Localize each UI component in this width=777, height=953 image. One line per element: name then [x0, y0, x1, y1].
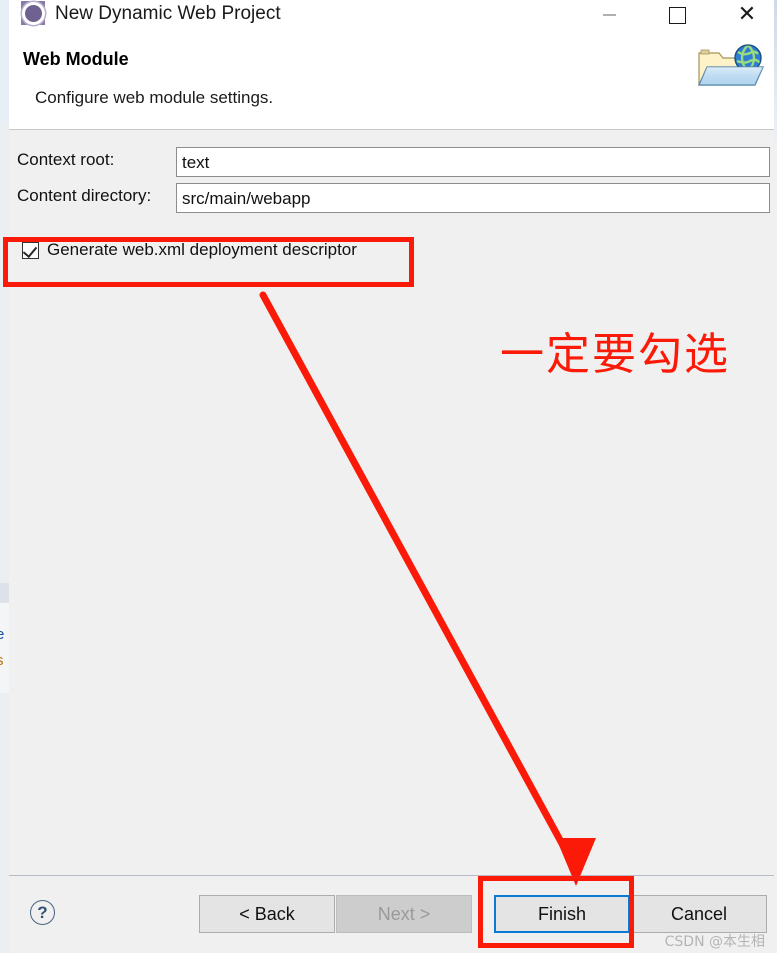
minimize-icon	[602, 14, 616, 16]
cancel-button[interactable]: Cancel	[631, 895, 767, 933]
wizard-body: Context root: text Content directory: sr…	[9, 130, 777, 875]
finish-button[interactable]: Finish	[494, 895, 630, 933]
annotation-callout-text: 一定要勾选	[500, 329, 730, 380]
background-text-fragment-2: s	[0, 652, 4, 669]
generate-web-xml-checkbox[interactable]: Generate web.xml deployment descriptor	[22, 240, 357, 260]
page-title: Web Module	[23, 49, 129, 69]
context-root-row: Context root: text	[9, 147, 777, 177]
title-bar: New Dynamic Web Project ✕	[9, 0, 777, 33]
content-directory-label: Content directory:	[17, 186, 152, 205]
checkbox-checked-icon[interactable]	[22, 241, 39, 259]
background-window-sliver: e s	[0, 0, 9, 953]
maximize-button[interactable]	[654, 0, 700, 30]
watermark: CSDN @本生相	[664, 934, 765, 950]
web-folder-globe-icon	[691, 37, 771, 103]
context-root-label: Context root:	[17, 150, 115, 169]
new-dynamic-web-project-dialog: e s New Dynamic Web Project ✕ Web Module…	[0, 0, 777, 953]
minimize-button[interactable]	[586, 0, 632, 30]
close-icon: ✕	[737, 2, 757, 27]
window-title: New Dynamic Web Project	[55, 3, 281, 24]
generate-web-xml-label: Generate web.xml deployment descriptor	[47, 240, 357, 259]
help-icon[interactable]: ?	[30, 900, 55, 925]
content-directory-input[interactable]: src/main/webapp	[176, 183, 770, 213]
button-bar: ? < Back Next > Finish Cancel	[9, 875, 777, 953]
back-button[interactable]: < Back	[199, 895, 335, 933]
eclipse-wizard-icon	[21, 1, 45, 25]
close-button[interactable]: ✕	[724, 0, 770, 30]
wizard-header: Web Module Configure web module settings…	[9, 33, 777, 130]
context-root-input[interactable]: text	[176, 147, 770, 177]
page-subtitle: Configure web module settings.	[35, 88, 274, 107]
next-button: Next >	[336, 895, 472, 933]
background-text-fragment-1: e	[0, 626, 5, 643]
maximize-icon	[668, 6, 686, 24]
content-directory-row: Content directory: src/main/webapp	[9, 183, 777, 213]
